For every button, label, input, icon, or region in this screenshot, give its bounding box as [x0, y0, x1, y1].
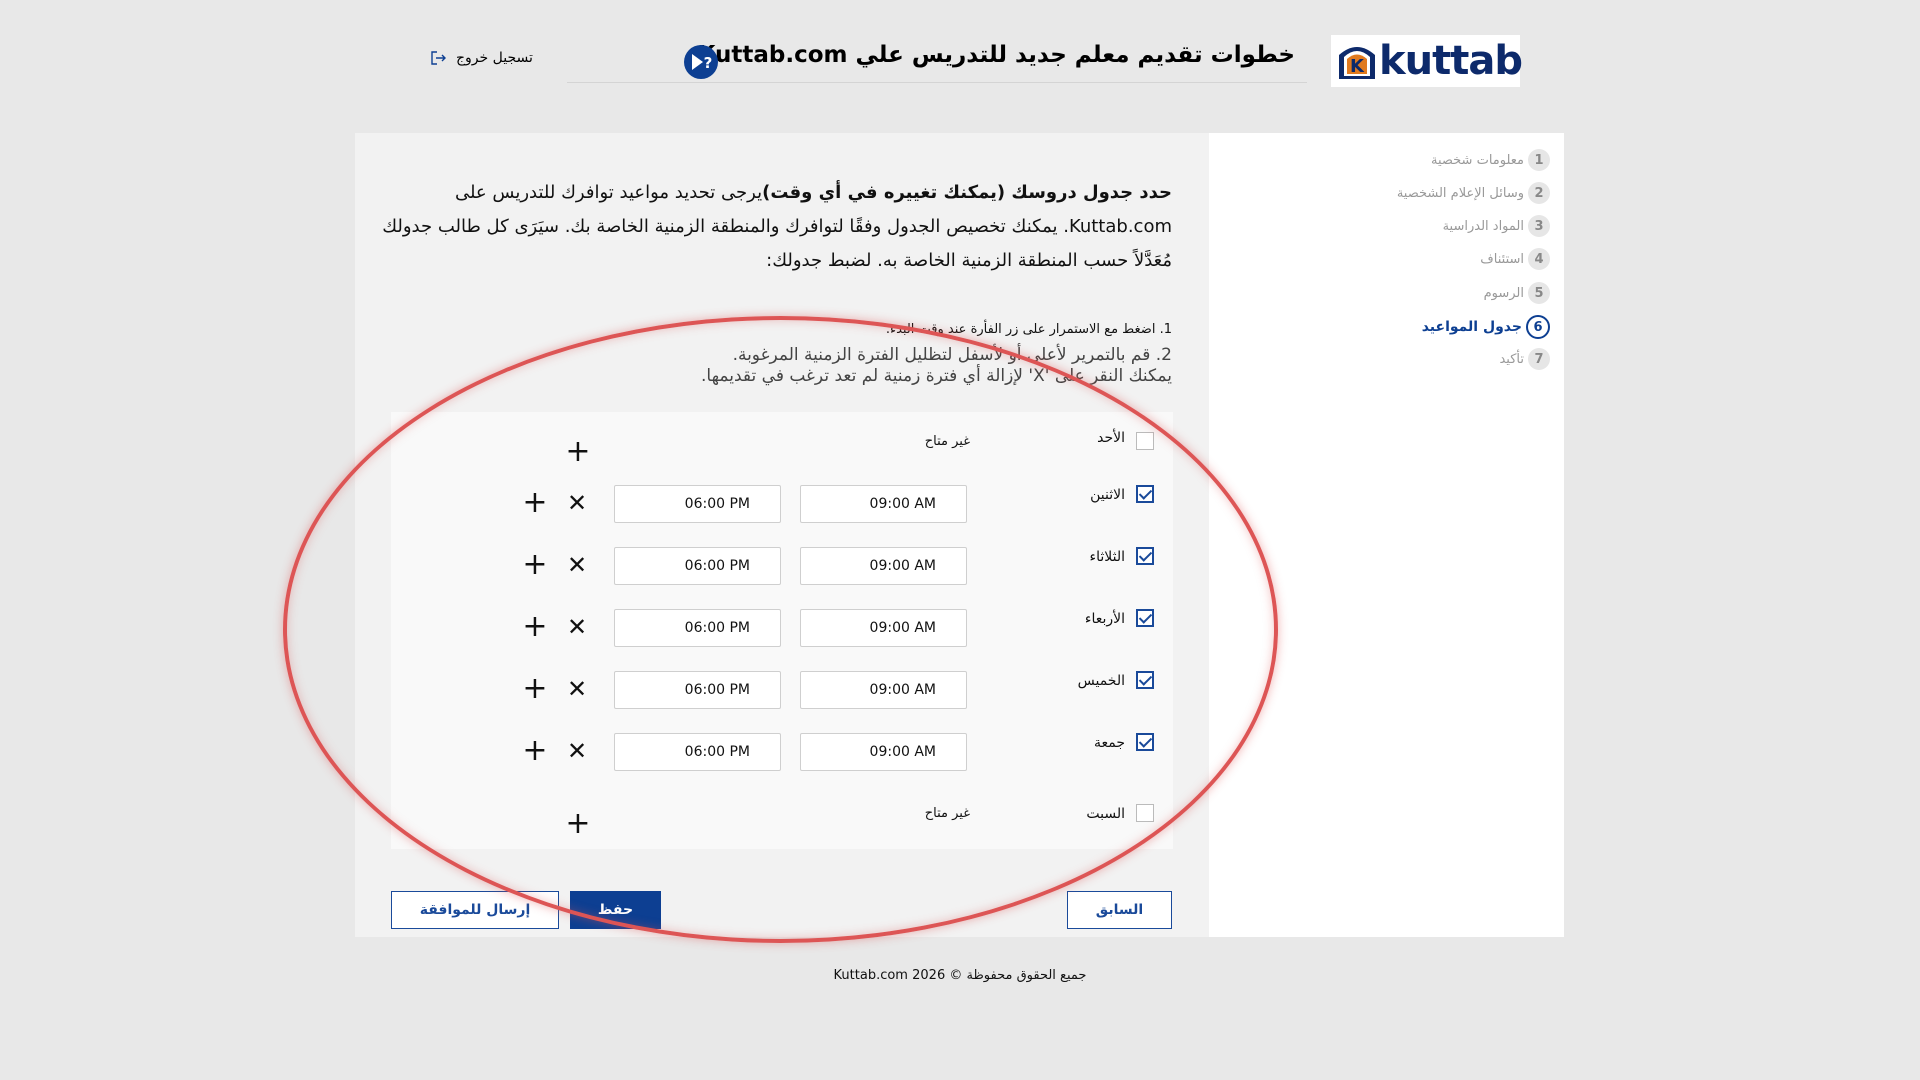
step-number: 6 — [1526, 315, 1550, 339]
step-label: جدول المواعيد — [1421, 319, 1522, 335]
add-time-slot-icon[interactable]: + — [522, 736, 548, 766]
end-time-input[interactable]: 06:00 PM — [614, 485, 781, 523]
page-title: خطوات تقديم معلم جديد للتدريس علي Kuttab… — [697, 42, 1295, 68]
day-checkbox[interactable] — [1136, 671, 1154, 689]
previous-button[interactable]: السابق — [1067, 891, 1172, 929]
day-label: الأربعاء — [1084, 611, 1125, 627]
day-checkbox[interactable] — [1136, 547, 1154, 565]
svg-text:?: ? — [704, 54, 713, 72]
remove-slot-icon[interactable]: ✕ — [565, 491, 589, 515]
day-label: الخميس — [1077, 673, 1125, 689]
day-label: الاثنين — [1090, 487, 1125, 503]
day-label: السبت — [1086, 806, 1125, 822]
instruction-step-1: 1. اضغط مع الاستمرار على زر الفأرة عند و… — [885, 322, 1172, 337]
start-time-input[interactable]: 09:00 AM — [800, 733, 967, 771]
logout-label: تسجيل خروج — [456, 50, 533, 66]
day-label: الأحد — [1097, 430, 1125, 446]
day-row-wednesday: الأربعاء 09:00 AM 06:00 PM ✕ + — [391, 609, 1173, 659]
logo-text: kuttab — [1379, 38, 1523, 84]
not-available-label: غير متاح — [924, 434, 970, 449]
start-time-input[interactable]: 09:00 AM — [800, 547, 967, 585]
day-row-monday: الاثنين 09:00 AM 06:00 PM ✕ + — [391, 485, 1173, 535]
step-number: 4 — [1528, 248, 1550, 270]
step-label: استئناف — [1480, 251, 1524, 267]
schedule-intro: حدد جدول دروسك (يمكنك تغييره في أي وقت)ي… — [382, 176, 1172, 278]
step-label: معلومات شخصية — [1431, 152, 1524, 168]
day-row-friday: جمعة 09:00 AM 06:00 PM ✕ + — [391, 733, 1173, 783]
step-item-personal-media[interactable]: 2 وسائل الإعلام الشخصية — [1397, 182, 1550, 204]
remove-slot-icon[interactable]: ✕ — [565, 739, 589, 763]
remove-slot-icon[interactable]: ✕ — [565, 677, 589, 701]
step-number: 3 — [1528, 215, 1550, 237]
intro-heading: حدد جدول دروسك (يمكنك تغييره في أي وقت) — [762, 182, 1172, 203]
add-time-slot-icon[interactable]: + — [522, 488, 548, 518]
add-time-slot-icon[interactable]: + — [522, 612, 548, 642]
step-item-schedule[interactable]: 6 جدول المواعيد — [1422, 315, 1550, 339]
schedule-table: الأحد غير متاح + الاثنين 09:00 AM 06:00 … — [391, 412, 1173, 849]
step-number: 1 — [1528, 149, 1550, 171]
header-divider — [567, 82, 1307, 83]
end-time-input[interactable]: 06:00 PM — [614, 609, 781, 647]
end-time-input[interactable]: 06:00 PM — [614, 547, 781, 585]
day-checkbox[interactable] — [1136, 733, 1154, 751]
day-checkbox[interactable] — [1136, 485, 1154, 503]
step-item-fees[interactable]: 5 الرسوم — [1484, 282, 1550, 304]
start-time-input[interactable]: 09:00 AM — [800, 609, 967, 647]
video-help-icon[interactable]: ? — [684, 45, 718, 79]
day-checkbox[interactable] — [1136, 609, 1154, 627]
step-number: 5 — [1528, 282, 1550, 304]
step-number: 7 — [1528, 348, 1550, 370]
add-time-slot-icon[interactable]: + — [565, 437, 591, 467]
svg-text:K: K — [1350, 56, 1365, 77]
kuttab-logo-icon: K — [1335, 39, 1379, 83]
step-item-subjects[interactable]: 3 المواد الدراسية — [1443, 215, 1550, 237]
save-button[interactable]: حفظ — [570, 891, 661, 929]
step-item-resume[interactable]: 4 استئناف — [1480, 248, 1550, 270]
logout-button[interactable]: تسجيل خروج — [430, 50, 533, 66]
kuttab-logo[interactable]: K kuttab — [1331, 35, 1523, 87]
day-row-tuesday: الثلاثاء 09:00 AM 06:00 PM ✕ + — [391, 547, 1173, 597]
day-row-saturday: السبت غير متاح + — [391, 794, 1173, 844]
step-label: الرسوم — [1483, 285, 1524, 301]
footer-copyright: جميع الحقوق محفوظة © 2026 Kuttab.com — [833, 968, 1087, 983]
day-label: جمعة — [1093, 735, 1125, 751]
day-checkbox[interactable] — [1136, 432, 1154, 450]
start-time-input[interactable]: 09:00 AM — [800, 671, 967, 709]
day-label: الثلاثاء — [1089, 549, 1125, 565]
step-number: 2 — [1528, 182, 1550, 204]
instruction-step-2: 2. قم بالتمرير لأعلى أو لأسفل لتظليل الف… — [732, 345, 1172, 365]
end-time-input[interactable]: 06:00 PM — [614, 671, 781, 709]
add-time-slot-icon[interactable]: + — [522, 550, 548, 580]
remove-slot-icon[interactable]: ✕ — [565, 615, 589, 639]
day-row-sunday: الأحد غير متاح + — [391, 422, 1173, 472]
instruction-step-3: يمكنك النقر على 'X' لإزالة أي فترة زمنية… — [701, 366, 1172, 386]
add-time-slot-icon[interactable]: + — [565, 809, 591, 839]
day-row-thursday: الخميس 09:00 AM 06:00 PM ✕ + — [391, 671, 1173, 721]
step-label: تأكيد — [1499, 351, 1524, 367]
step-label: وسائل الإعلام الشخصية — [1396, 185, 1524, 201]
submit-for-approval-button[interactable]: إرسال للموافقة — [391, 891, 559, 929]
end-time-input[interactable]: 06:00 PM — [614, 733, 781, 771]
day-checkbox[interactable] — [1136, 804, 1154, 822]
not-available-label: غير متاح — [924, 806, 970, 821]
start-time-input[interactable]: 09:00 AM — [800, 485, 967, 523]
remove-slot-icon[interactable]: ✕ — [565, 553, 589, 577]
step-label: المواد الدراسية — [1442, 218, 1524, 234]
logout-icon — [430, 50, 448, 66]
add-time-slot-icon[interactable]: + — [522, 674, 548, 704]
step-item-personal-info[interactable]: 1 معلومات شخصية — [1431, 149, 1550, 171]
step-item-confirmation[interactable]: 7 تأكيد — [1499, 348, 1550, 370]
